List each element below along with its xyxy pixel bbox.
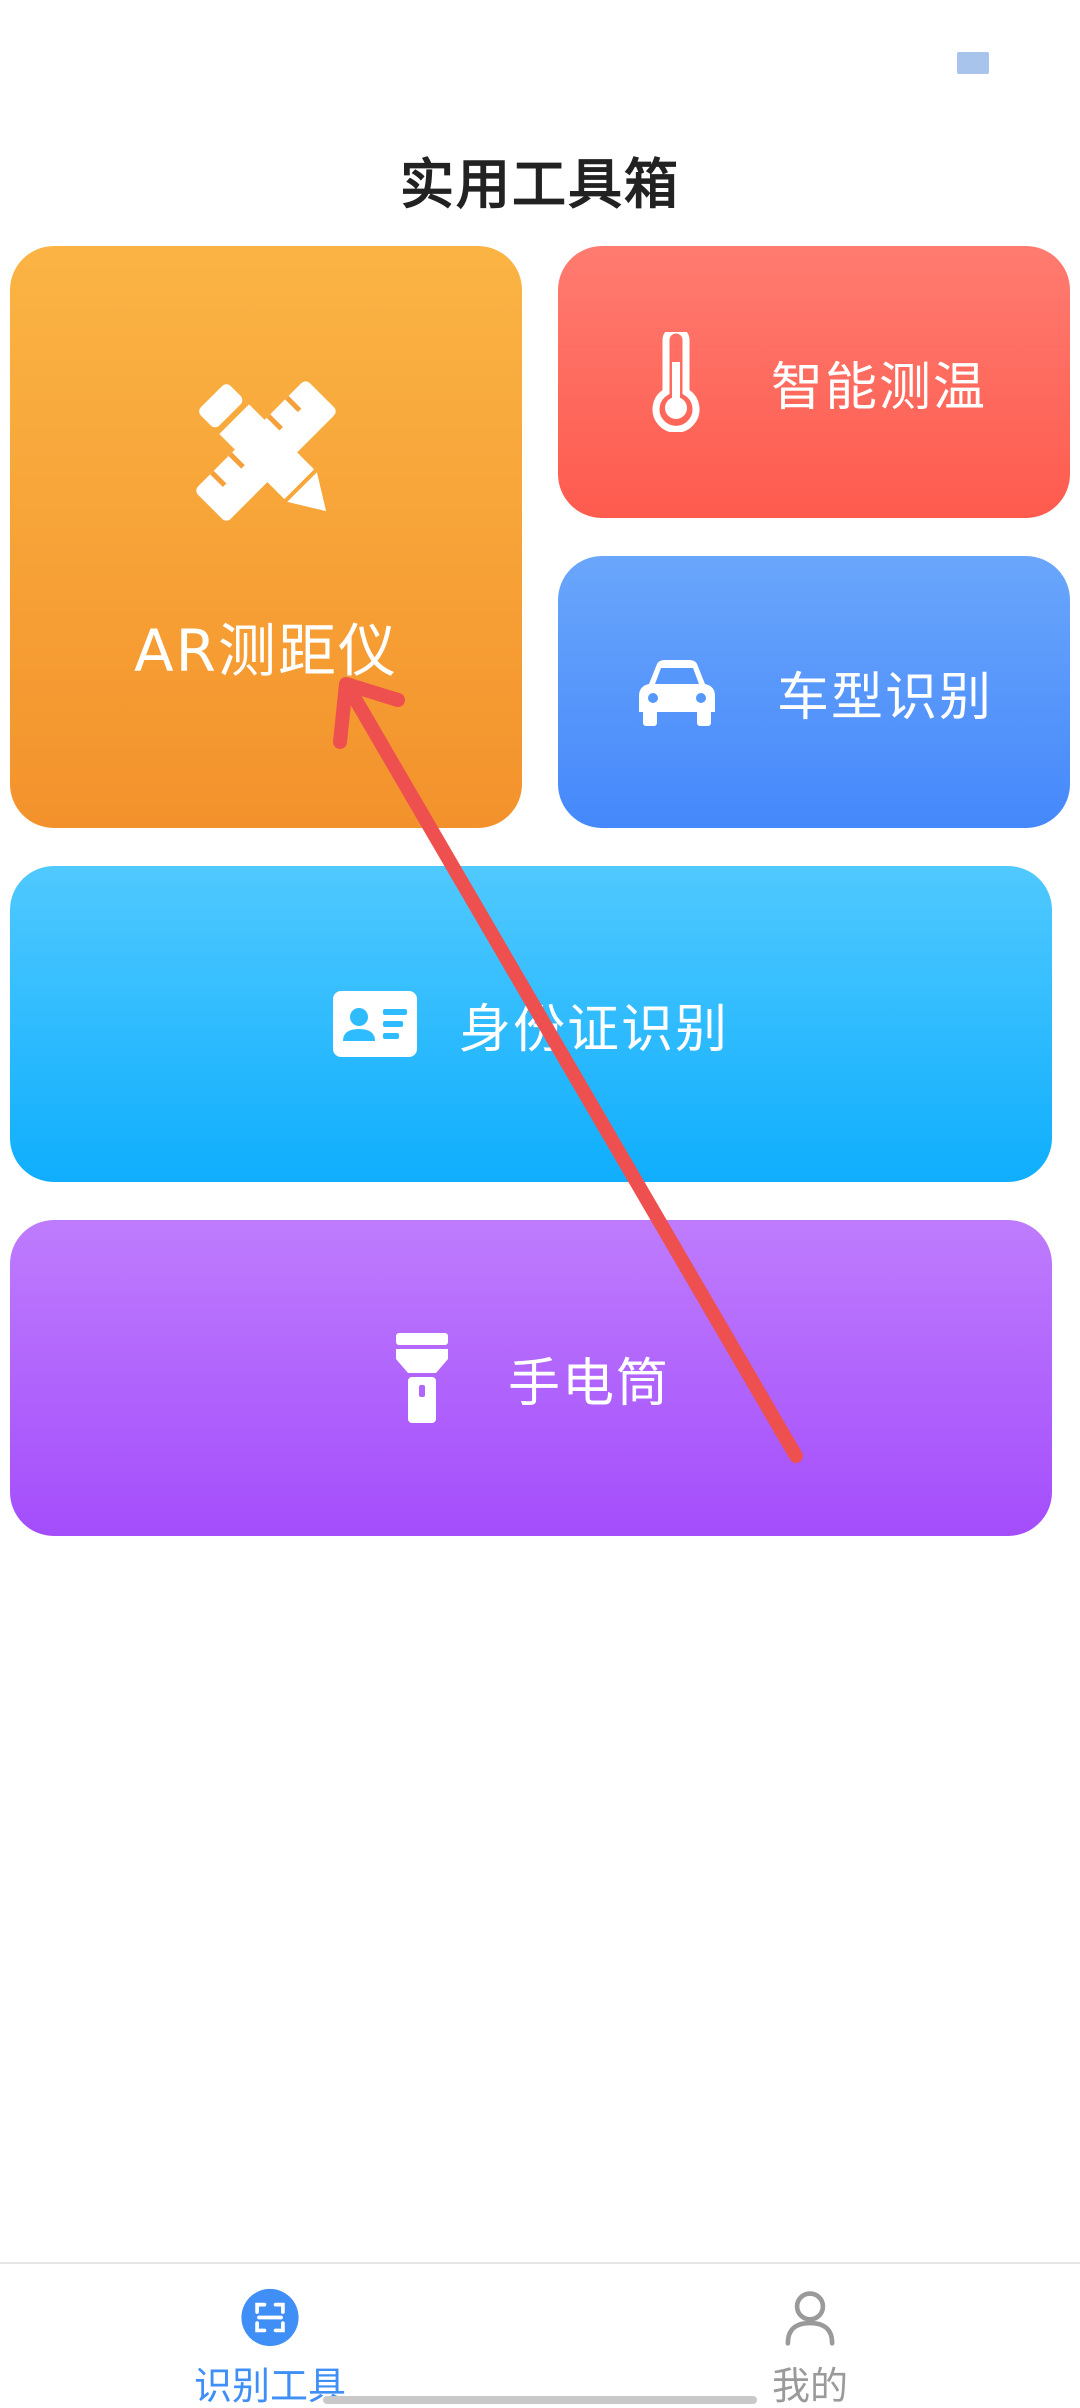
status-indicator	[957, 52, 989, 74]
pencil-ruler-icon	[196, 381, 336, 521]
id-card-recognition-label: 身份证识别	[458, 999, 729, 1060]
tab-mine[interactable]: 我的	[700, 2264, 920, 2408]
flashlight-icon	[395, 1333, 448, 1423]
id-card-recognition-card[interactable]: 身份证识别	[10, 866, 1052, 1182]
home-indicator	[323, 2396, 757, 2404]
tab-recognition-tools[interactable]: 识别工具	[160, 2264, 380, 2408]
flashlight-card[interactable]: 手电筒	[10, 1220, 1052, 1536]
flashlight-label: 手电筒	[507, 1353, 670, 1414]
car-recognition-card[interactable]: 车型识别	[558, 556, 1070, 828]
tab-mine-label: 我的	[771, 2364, 848, 2408]
page-title: 实用工具箱	[400, 153, 680, 216]
user-icon	[785, 2291, 835, 2346]
ar-rangefinder-card[interactable]: AR测距仪	[10, 246, 522, 828]
bottom-tab-bar: 识别工具 我的	[0, 2262, 1080, 2408]
scan-icon	[241, 2288, 299, 2347]
car-recognition-label: 车型识别	[776, 667, 993, 728]
smart-temperature-label: 智能测温	[770, 357, 987, 418]
car-icon	[638, 660, 715, 726]
smart-temperature-card[interactable]: 智能测温	[558, 246, 1070, 518]
thermometer-icon	[652, 332, 700, 432]
ar-rangefinder-label: AR测距仪	[134, 617, 398, 685]
id-card-icon	[332, 991, 417, 1057]
